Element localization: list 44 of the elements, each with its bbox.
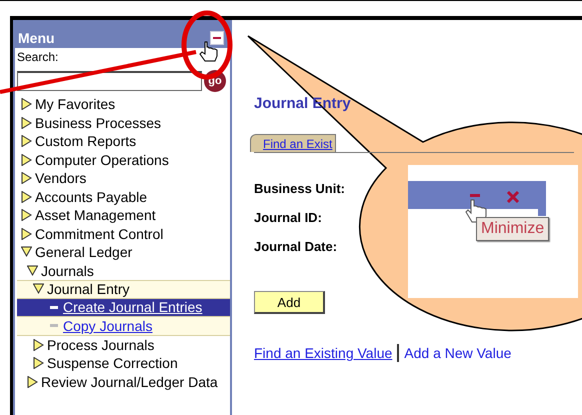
field-label: Journal ID: <box>254 210 322 225</box>
collapsed-triangle-icon[interactable] <box>21 135 32 148</box>
menu-folder[interactable]: Custom Reports <box>35 133 136 150</box>
highlight-ellipse <box>182 10 232 80</box>
menu-folder[interactable]: Asset Management <box>35 207 156 224</box>
field-label: Business Unit: <box>254 181 346 196</box>
menu-folder[interactable]: Journals <box>41 262 94 279</box>
menu-folder[interactable]: Business Processes <box>35 114 162 131</box>
field-label: Journal Date: <box>254 239 338 254</box>
menu-title: Menu <box>17 30 55 46</box>
add-button[interactable]: Add <box>254 291 325 314</box>
search-field[interactable] <box>17 71 202 91</box>
menu-folder[interactable]: Vendors <box>35 170 86 186</box>
menu-folder[interactable]: Accounts Payable <box>35 188 148 205</box>
expanded-triangle-icon[interactable] <box>27 264 38 277</box>
window-border <box>538 209 546 216</box>
expanded-triangle-icon[interactable] <box>21 246 32 258</box>
page-link[interactable]: Add a New Value <box>404 345 512 361</box>
collapsed-triangle-icon[interactable] <box>21 98 32 110</box>
menu-folder[interactable]: Computer Operations <box>35 152 169 168</box>
page-link[interactable]: Find an Existing Value <box>254 345 392 361</box>
menu-folder[interactable]: Commitment Control <box>35 226 164 242</box>
collapsed-triangle-icon[interactable] <box>21 190 32 203</box>
close-icon <box>506 190 520 204</box>
menu-folder[interactable]: General Ledger <box>35 244 132 260</box>
collapsed-triangle-icon[interactable] <box>21 172 32 184</box>
menu-folder[interactable]: Review Journal/Ledger Data <box>41 374 218 390</box>
collapsed-triangle-icon[interactable] <box>21 116 32 129</box>
menu-folder[interactable]: Process Journals <box>47 336 154 353</box>
expanded-triangle-icon[interactable] <box>33 283 44 296</box>
bullet-icon <box>50 324 58 328</box>
tooltip: Minimize <box>476 217 550 241</box>
bullet-icon <box>50 306 58 309</box>
minimize-button[interactable] <box>210 31 224 45</box>
menu-folder[interactable]: My Favorites <box>35 96 116 112</box>
tab[interactable]: Find an Exist <box>250 134 336 152</box>
menu-folder[interactable]: Suspense Correction <box>47 355 178 372</box>
collapsed-triangle-icon[interactable] <box>21 209 32 222</box>
collapsed-triangle-icon[interactable] <box>27 376 38 388</box>
collapsed-triangle-icon[interactable] <box>33 357 44 370</box>
collapsed-triangle-icon[interactable] <box>33 338 44 351</box>
search-label: Search: <box>17 50 58 64</box>
collapsed-triangle-icon[interactable] <box>21 228 32 240</box>
collapsed-triangle-icon[interactable] <box>21 154 32 166</box>
